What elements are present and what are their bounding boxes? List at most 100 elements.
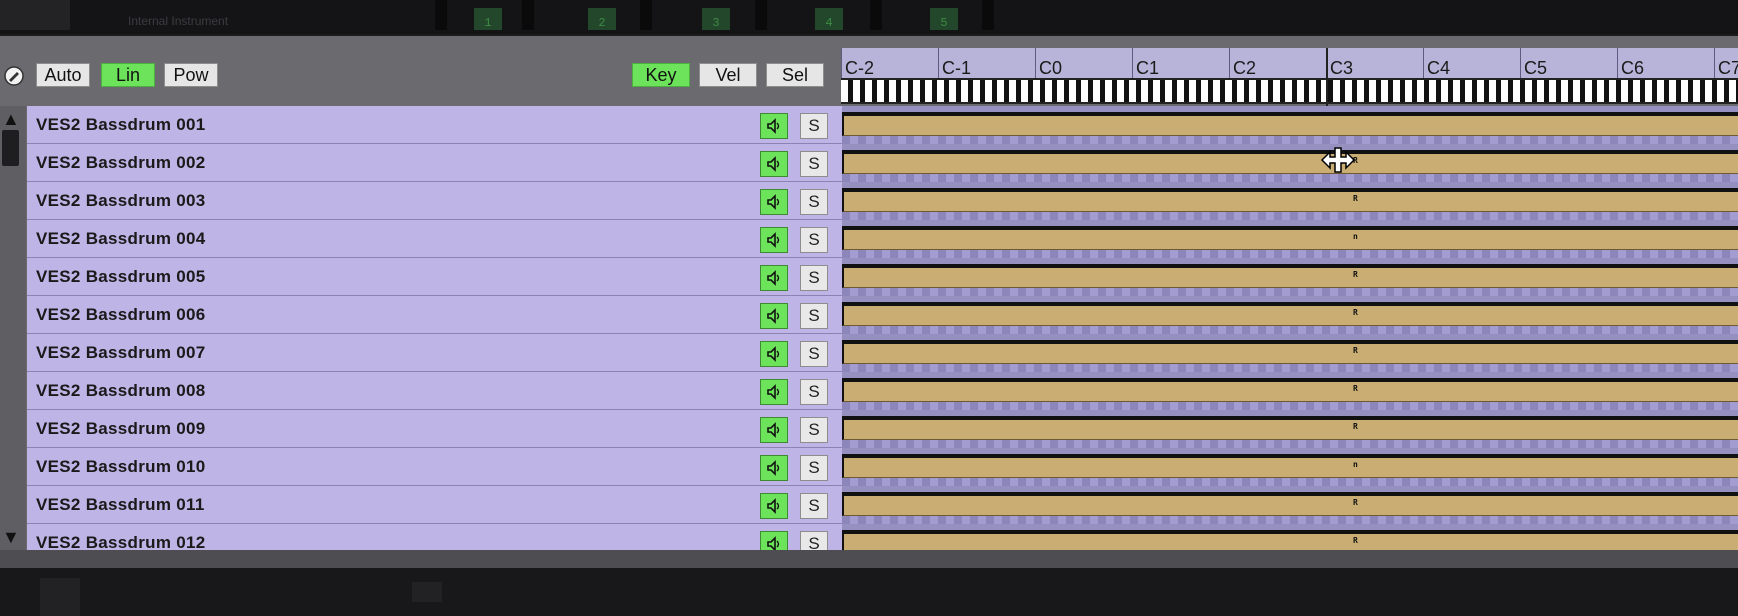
- solo-button[interactable]: S: [800, 113, 828, 139]
- note-bar[interactable]: [842, 382, 1738, 402]
- note-lane[interactable]: R: [842, 334, 1738, 372]
- solo-button[interactable]: S: [800, 417, 828, 443]
- track-indicator[interactable]: 1: [474, 8, 502, 30]
- speaker-icon: [767, 194, 780, 210]
- track-header[interactable]: VES2 Bassdrum 005 S: [27, 258, 842, 296]
- mute-button[interactable]: [760, 113, 788, 139]
- mute-button[interactable]: [760, 417, 788, 443]
- note-lane[interactable]: R: [842, 524, 1738, 550]
- track-row[interactable]: VES2 Bassdrum 009 S R: [27, 410, 1738, 448]
- track-header[interactable]: VES2 Bassdrum 001 S: [27, 106, 842, 144]
- octave-label: C7: [1718, 58, 1738, 78]
- solo-button[interactable]: S: [800, 493, 828, 519]
- note-bar[interactable]: [842, 344, 1738, 364]
- note-bar[interactable]: [842, 154, 1738, 174]
- track-header[interactable]: VES2 Bassdrum 006 S: [27, 296, 842, 334]
- track-row[interactable]: VES2 Bassdrum 011 S R: [27, 486, 1738, 524]
- note-lane[interactable]: R: [842, 182, 1738, 220]
- note-lane[interactable]: R: [842, 486, 1738, 524]
- solo-button[interactable]: S: [800, 227, 828, 253]
- track-header[interactable]: VES2 Bassdrum 012 S: [27, 524, 842, 550]
- track-row[interactable]: VES2 Bassdrum 002 S R: [27, 144, 1738, 182]
- note-lane[interactable]: R: [842, 410, 1738, 448]
- note-lane[interactable]: R: [842, 372, 1738, 410]
- lane-pattern: [842, 516, 1738, 524]
- solo-button[interactable]: S: [800, 265, 828, 291]
- pow-button[interactable]: Pow: [164, 63, 218, 87]
- track-row[interactable]: VES2 Bassdrum 003 S R: [27, 182, 1738, 220]
- top-toolbar-strip: Internal Instrument 1 2 3 4 5: [0, 0, 1738, 34]
- top-strip-cell: [0, 0, 70, 30]
- mute-button[interactable]: [760, 303, 788, 329]
- track-indicator[interactable]: 5: [930, 8, 958, 30]
- track-header[interactable]: VES2 Bassdrum 007 S: [27, 334, 842, 372]
- track-header[interactable]: VES2 Bassdrum 010 S: [27, 448, 842, 486]
- note-bar[interactable]: [842, 306, 1738, 326]
- track-row[interactable]: VES2 Bassdrum 006 S R: [27, 296, 1738, 334]
- track-indicator[interactable]: 3: [702, 8, 730, 30]
- note-bar[interactable]: [842, 496, 1738, 516]
- note-lane[interactable]: [842, 106, 1738, 144]
- track-row[interactable]: VES2 Bassdrum 005 S R: [27, 258, 1738, 296]
- note-bar[interactable]: [842, 192, 1738, 212]
- triangle-down-icon[interactable]: ▼: [2, 528, 20, 546]
- mute-button[interactable]: [760, 379, 788, 405]
- mute-button[interactable]: [760, 531, 788, 550]
- track-row[interactable]: VES2 Bassdrum 007 S R: [27, 334, 1738, 372]
- note-lane[interactable]: R: [842, 258, 1738, 296]
- track-row[interactable]: VES2 Bassdrum 008 S R: [27, 372, 1738, 410]
- track-row[interactable]: VES2 Bassdrum 004 S n: [27, 220, 1738, 258]
- track-row[interactable]: VES2 Bassdrum 001 S: [27, 106, 1738, 144]
- track-row[interactable]: VES2 Bassdrum 012 S R: [27, 524, 1738, 550]
- mute-button[interactable]: [760, 189, 788, 215]
- solo-button[interactable]: S: [800, 455, 828, 481]
- track-indicator[interactable]: 2: [588, 8, 616, 30]
- solo-button[interactable]: S: [800, 189, 828, 215]
- track-header[interactable]: VES2 Bassdrum 008 S: [27, 372, 842, 410]
- track-row[interactable]: VES2 Bassdrum 010 S n: [27, 448, 1738, 486]
- note-bar[interactable]: [842, 116, 1738, 136]
- track-header[interactable]: VES2 Bassdrum 003 S: [27, 182, 842, 220]
- note-lane[interactable]: R: [842, 296, 1738, 334]
- solo-button[interactable]: S: [800, 379, 828, 405]
- mute-button[interactable]: [760, 493, 788, 519]
- piano-keyboard[interactable]: [841, 78, 1738, 104]
- note-lane[interactable]: R: [842, 144, 1738, 182]
- mute-button[interactable]: [760, 151, 788, 177]
- triangle-up-icon[interactable]: ▲: [2, 110, 20, 128]
- note-marker: n: [1353, 232, 1358, 241]
- note-bar[interactable]: [842, 230, 1738, 250]
- note-bar[interactable]: [842, 458, 1738, 478]
- octave-divider: [938, 48, 939, 82]
- mute-button[interactable]: [760, 265, 788, 291]
- note-bar[interactable]: [842, 420, 1738, 440]
- lane-pattern: [842, 212, 1738, 220]
- solo-button[interactable]: S: [800, 303, 828, 329]
- note-lane[interactable]: n: [842, 448, 1738, 486]
- solo-button[interactable]: S: [800, 151, 828, 177]
- note-marker: R: [1353, 384, 1358, 393]
- track-header[interactable]: VES2 Bassdrum 004 S: [27, 220, 842, 258]
- track-header[interactable]: VES2 Bassdrum 002 S: [27, 144, 842, 182]
- note-lane[interactable]: n: [842, 220, 1738, 258]
- speaker-icon: [767, 270, 780, 286]
- scrollbar-thumb[interactable]: [2, 130, 19, 166]
- edit-circle-icon[interactable]: [3, 65, 25, 87]
- mute-button[interactable]: [760, 341, 788, 367]
- note-bar[interactable]: [842, 534, 1738, 550]
- lin-button[interactable]: Lin: [101, 63, 155, 87]
- auto-button[interactable]: Auto: [36, 63, 90, 87]
- track-header[interactable]: VES2 Bassdrum 011 S: [27, 486, 842, 524]
- mute-button[interactable]: [760, 455, 788, 481]
- track-header[interactable]: VES2 Bassdrum 009 S: [27, 410, 842, 448]
- note-bar[interactable]: [842, 268, 1738, 288]
- key-button[interactable]: Key: [632, 63, 690, 87]
- vel-button[interactable]: Vel: [699, 63, 757, 87]
- octave-ruler[interactable]: C-2 C-1 C0 C1 C2 C3 C4 C5 C6 C7: [841, 48, 1738, 82]
- mute-button[interactable]: [760, 227, 788, 253]
- solo-button[interactable]: S: [800, 341, 828, 367]
- solo-button[interactable]: S: [800, 531, 828, 550]
- track-indicator[interactable]: 4: [815, 8, 843, 30]
- vertical-scrollbar[interactable]: ▲ ▼: [0, 106, 26, 550]
- sel-button[interactable]: Sel: [766, 63, 824, 87]
